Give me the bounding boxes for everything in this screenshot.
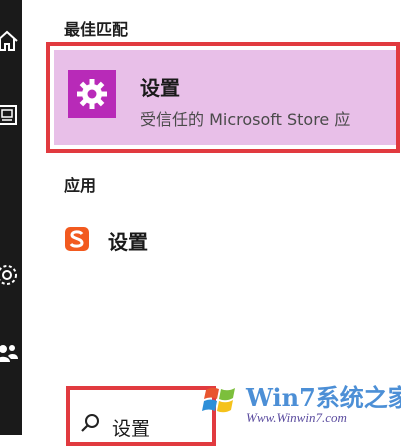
settings-icon[interactable] [0,262,20,288]
gear-icon [77,79,107,109]
best-match-heading: 最佳匹配 [64,20,129,39]
document-icon[interactable] [0,102,20,128]
watermark-url: Www.Winwin7.com [246,410,347,425]
search-icon [81,414,99,432]
start-left-rail [0,0,22,435]
app-result-label: 设置 [108,230,148,254]
watermark-brand: Win7系统之家 [246,383,401,412]
people-icon[interactable] [0,340,20,366]
best-match-highlight: 设置 受信任的 Microsoft Store 应 [54,50,396,145]
best-match-result[interactable]: 设置 受信任的 Microsoft Store 应 [46,42,400,153]
site-watermark: Win7系统之家 Www.Winwin7.com [180,372,401,435]
search-results-panel: 最佳匹配 设置 受信任的 Microsoft Store 应 应用 设置 设置 [22,0,401,446]
apps-heading: 应用 [64,176,97,195]
home-icon[interactable] [0,28,20,54]
settings-app-tile [68,70,116,118]
windows-logo-icon [202,387,235,413]
best-match-app-subtitle: 受信任的 Microsoft Store 应 [140,110,351,129]
app-result-settings[interactable]: 设置 [60,224,260,256]
search-input[interactable]: 设置 [112,414,150,441]
best-match-app-name: 设置 [140,76,180,100]
sogou-icon [65,227,89,251]
